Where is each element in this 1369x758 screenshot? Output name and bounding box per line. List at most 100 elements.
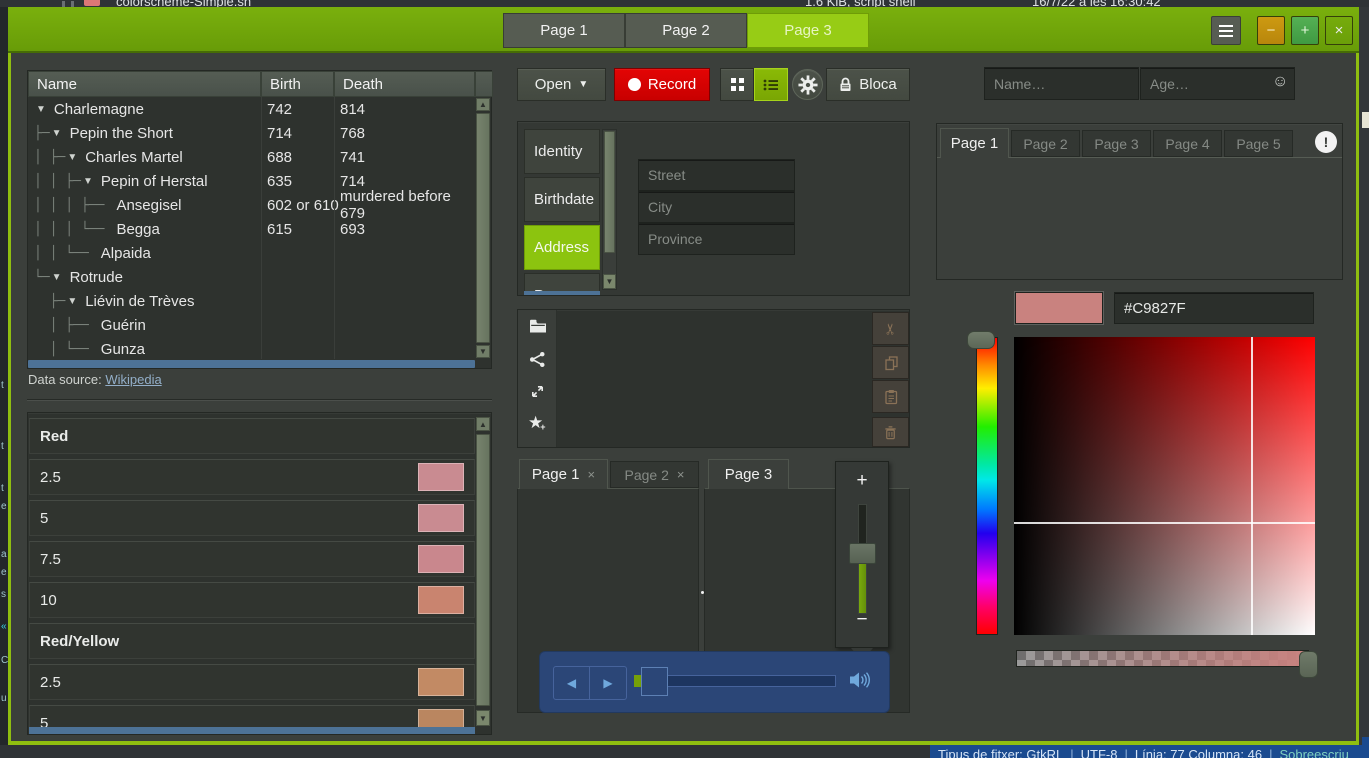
tree-row[interactable]: │ │ │ ├──Ansegisel602 or 610murdered bef… [28,193,475,217]
close-tab-icon[interactable]: × [587,467,595,482]
statusbar-segment: Línia: 77 Columna: 46 [1135,747,1262,758]
scale-scroll-up-button[interactable]: ▲ [476,417,490,431]
edge-glyph: t [1,380,4,391]
right-tab-page-4[interactable]: Page 4 [1153,130,1222,157]
alpha-slider-thumb[interactable] [1299,651,1318,678]
tree-row[interactable]: │ │ └──Alpaida [28,241,475,265]
paste-button[interactable] [872,380,909,413]
volume-slider-fill[interactable] [858,559,867,614]
list-view-button[interactable] [754,68,788,101]
favorite-button[interactable]: ★+ [528,413,546,433]
form-list-hscrollbar[interactable] [524,291,600,295]
tree-guides: │ ├─ [34,150,65,165]
tree-row[interactable]: ├─▼Pepin the Short714768 [28,121,475,145]
expander-icon[interactable]: ▼ [67,296,77,307]
expander-icon[interactable]: ▼ [52,128,62,139]
scale-row[interactable]: 10 [29,582,475,618]
hue-slider-thumb[interactable] [967,331,995,349]
minimize-button[interactable]: − [1257,16,1285,45]
form-list-scroll-down-button[interactable]: ▼ [603,274,616,289]
scale-row[interactable]: 5 [29,500,475,536]
name-field[interactable] [984,67,1139,100]
hue-slider[interactable] [976,337,998,635]
right-tab-page-2[interactable]: Page 2 [1011,130,1080,157]
street-field[interactable] [638,159,795,191]
expander-icon[interactable]: ▼ [83,176,93,187]
titlebar-tab-page-1[interactable]: Page 1 [503,13,625,48]
close-button[interactable]: × [1325,16,1353,45]
lock-button[interactable]: Bloca [826,68,910,101]
titlebar-tab-page-3[interactable]: Page 3 [747,13,869,48]
scale-scroll-down-button[interactable]: ▼ [476,710,490,726]
share-button[interactable] [529,351,546,368]
tree-row[interactable]: │ ├──Guérin [28,313,475,337]
right-tab-page-1[interactable]: Page 1 [940,128,1009,158]
open-button[interactable]: Open ▼ [517,68,606,101]
current-color-swatch[interactable] [1015,292,1103,324]
cut-button[interactable]: ✂ [872,312,909,345]
column-header-death[interactable]: Death [334,71,475,97]
scale-row[interactable]: 2.5 [29,459,475,495]
city-field[interactable] [638,191,795,223]
titlebar-tab-page-2[interactable]: Page 2 [625,13,747,48]
record-button[interactable]: Record [614,68,710,101]
seek-slider-track[interactable] [650,675,836,687]
scale-row[interactable]: 7.5 [29,541,475,577]
alpha-slider[interactable] [1016,650,1309,667]
seek-slider-thumb[interactable] [641,667,668,696]
expander-icon[interactable]: ▼ [36,104,46,115]
column-header-birth[interactable]: Birth [261,71,334,97]
copy-icon [883,355,899,371]
volume-down-button[interactable]: − [836,609,888,631]
tab-page-2[interactable]: Page 2× [610,461,699,488]
expander-icon[interactable]: ▼ [52,272,62,283]
pane-handle-dot[interactable] [701,591,704,594]
tree-row[interactable]: ▼Charlemagne742814 [28,97,475,121]
sidebar-item-address[interactable]: Address [524,225,600,270]
tree-hscrollbar[interactable] [28,360,475,368]
scale-list-hscrollbar[interactable] [29,727,475,735]
tree-row[interactable]: │ │ │ └──Begga615693 [28,217,475,241]
scale-scrollbar-thumb[interactable] [476,434,490,706]
tab-page-3[interactable]: Page 3 [708,459,789,489]
tree-scroll-down-button[interactable]: ▼ [476,345,490,358]
minimize-icon: − [1267,22,1276,39]
tree-row[interactable]: ├─▼Liévin de Trèves [28,289,475,313]
province-field[interactable] [638,223,795,255]
menu-button[interactable] [1211,16,1241,45]
close-tab-icon[interactable]: × [677,467,685,482]
open-button-label: Open [535,76,572,93]
tree-row[interactable]: │ ├─▼Charles Martel688741 [28,145,475,169]
media-prev-button[interactable]: ◀ [553,666,590,700]
fullscreen-button[interactable] [530,384,545,399]
sidebar-item-birthdate[interactable]: Birthdate [524,177,600,222]
open-folder-button[interactable] [529,319,547,333]
tree-row[interactable]: └─▼Rotrude [28,265,475,289]
column-header-name[interactable]: Name [28,71,261,97]
statusbar-segment: Sobreescriu [1279,747,1348,758]
tree-scrollbar-thumb[interactable] [476,113,490,343]
volume-slider-thumb[interactable] [849,543,876,564]
scale-row[interactable]: 2.5 [29,664,475,700]
media-next-button[interactable]: ▶ [590,666,627,700]
hex-color-field[interactable] [1114,292,1314,324]
copy-button[interactable] [872,346,909,379]
volume-up-button[interactable]: + [836,470,888,492]
wikipedia-link[interactable]: Wikipedia [105,372,161,387]
form-list-scrollbar-thumb[interactable] [604,131,615,253]
right-tab-page-3[interactable]: Page 3 [1082,130,1151,157]
grid-view-button[interactable] [720,68,754,101]
tab-page-1[interactable]: Page 1× [519,459,608,489]
tree-row[interactable]: │ └──Gunza [28,337,475,360]
emoji-icon[interactable]: ☺ [1272,73,1288,91]
expander-icon[interactable]: ▼ [67,152,77,163]
maximize-button[interactable]: + [1291,16,1319,45]
tree-death: murdered before 679 [340,193,475,217]
settings-button[interactable] [792,69,823,100]
saturation-value-area[interactable] [1014,337,1315,635]
tree-scroll-up-button[interactable]: ▲ [476,98,490,111]
right-tab-page-5[interactable]: Page 5 [1224,130,1293,157]
speaker-icon[interactable] [849,670,872,690]
delete-button[interactable] [872,417,909,447]
sidebar-item-identity[interactable]: Identity [524,129,600,174]
